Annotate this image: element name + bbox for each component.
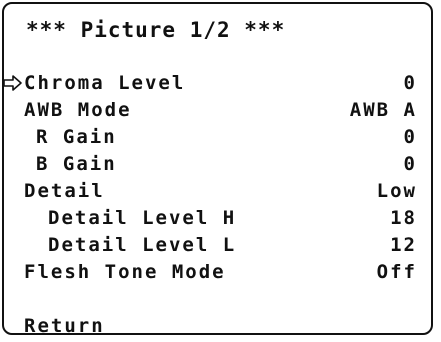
menu-item-detail-level-h[interactable]: Detail Level H 18 <box>0 207 441 234</box>
menu-item-value: 18 <box>390 207 417 229</box>
menu-item-b-gain[interactable]: B Gain 0 <box>0 153 441 180</box>
arrow-right-outline-icon <box>3 75 22 91</box>
menu-title: *** Picture 1/2 *** <box>26 18 286 42</box>
menu-item-chroma-level[interactable]: Chroma Level 0 <box>0 72 441 99</box>
menu-item-label: Chroma Level <box>24 72 186 94</box>
menu-item-value: 0 <box>403 126 417 148</box>
menu-item-value: 12 <box>390 234 417 256</box>
menu-item-label: Detail Level H <box>48 207 237 229</box>
menu-item-label: R Gain <box>36 126 117 148</box>
menu-item-value: 0 <box>403 153 417 175</box>
menu-item-value: Low <box>376 180 417 202</box>
menu-item-label: B Gain <box>36 153 117 175</box>
menu-item-label: Flesh Tone Mode <box>24 261 226 283</box>
menu-item-label: AWB Mode <box>24 99 132 121</box>
return-label: Return <box>24 315 105 337</box>
menu-item-label: Detail <box>24 180 105 202</box>
menu-item-detail-level-l[interactable]: Detail Level L 12 <box>0 234 441 261</box>
menu-item-r-gain[interactable]: R Gain 0 <box>0 126 441 153</box>
menu-item-return[interactable]: Return <box>0 315 441 342</box>
menu-item-detail[interactable]: Detail Low <box>0 180 441 207</box>
menu-item-value: Off <box>376 261 417 283</box>
menu-item-label: Detail Level L <box>48 234 237 256</box>
menu-item-flesh-tone-mode[interactable]: Flesh Tone Mode Off <box>0 261 441 288</box>
menu-item-value: 0 <box>403 72 417 94</box>
menu-item-awb-mode[interactable]: AWB Mode AWB A <box>0 99 441 126</box>
menu-item-value: AWB A <box>349 99 417 121</box>
